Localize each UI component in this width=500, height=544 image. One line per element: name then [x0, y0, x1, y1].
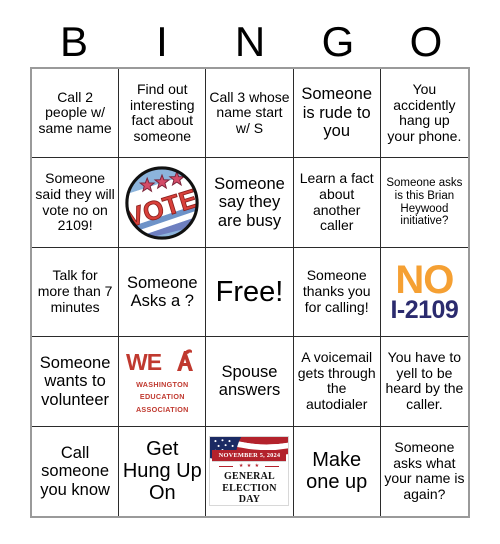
bingo-cell-n5[interactable]: NOVEMBER 5, 2024 ★ ★ ★ GENERAL ELECTION DAY [206, 426, 294, 516]
bingo-cell-i4[interactable]: WE WASHINGTON EDUCATION ASSOCIATION [119, 337, 207, 427]
bingo-cell-text: Someone thanks you for calling! [302, 267, 371, 315]
bingo-header: B I N G O [30, 18, 470, 66]
bingo-cell-text: Get Hung Up On [122, 437, 202, 505]
bingo-cell-g3[interactable]: Someone thanks you for calling! [293, 247, 381, 338]
bingo-cell-o1[interactable]: You accidently hang up your phone. [380, 69, 468, 159]
bingo-cell-o5[interactable]: Someone asks what your name is again? [380, 426, 468, 516]
bingo-cell-text: Find out interesting fact about someone [129, 80, 195, 144]
no-i-2109-logo: NO I-2109 [384, 260, 465, 323]
bingo-cell-b5[interactable]: Call someone you know [32, 426, 120, 516]
election-title: GENERAL ELECTION DAY [222, 471, 277, 506]
bingo-cell-g1[interactable]: Someone is rude to you [293, 69, 381, 159]
bingo-cell-b4[interactable]: Someone wants to volunteer [32, 337, 120, 427]
bingo-cell-i3[interactable]: Someone Asks a ? [119, 247, 207, 338]
wea-wordmark: WE [122, 348, 202, 378]
bingo-cell-g4[interactable]: A voicemail gets through the autodialer [293, 337, 381, 427]
bingo-cell-text: Someone wants to volunteer [39, 353, 111, 409]
bingo-cell-o4[interactable]: You have to yell to be heard by the call… [380, 337, 468, 427]
bingo-cell-text: Call someone you know [40, 443, 110, 499]
bingo-cell-text: Spouse answers [218, 362, 281, 400]
bingo-cell-n4[interactable]: Spouse answers [206, 337, 294, 427]
bingo-cell-b1[interactable]: Call 2 people w/ same name [32, 69, 120, 159]
general-election-day-graphic: NOVEMBER 5, 2024 ★ ★ ★ GENERAL ELECTION DAY [209, 436, 290, 507]
bingo-letter-i: I [156, 18, 168, 65]
bingo-cell-text: Free! [215, 275, 284, 308]
bingo-cell-text: Make one up [306, 448, 368, 494]
wea-sub-line: WASHINGTON [136, 379, 189, 389]
bingo-cell-n2[interactable]: Someone say they are busy [206, 158, 294, 248]
bingo-cell-text: Learn a fact about another caller [299, 170, 374, 234]
bingo-cell-text: Someone say they are busy [214, 174, 285, 230]
bingo-cell-text: Talk for more than 7 minutes [37, 267, 113, 315]
bingo-cell-text: Call 3 whose name start w/ S [209, 88, 290, 137]
bingo-letter-g: G [321, 18, 355, 65]
bingo-cell-g5[interactable]: Make one up [293, 426, 381, 516]
vote-button-icon: VOTE [123, 164, 201, 242]
bingo-letter-b: B [59, 18, 88, 65]
svg-text:WE: WE [126, 349, 162, 375]
no-logo-initiative: I-2109 [390, 296, 459, 325]
bingo-cell-i2[interactable]: VOTE [119, 158, 207, 248]
bingo-cell-text: Someone is rude to you [301, 85, 373, 141]
election-date-text: NOVEMBER 5, 2024 [218, 452, 281, 460]
bingo-cell-text: A voicemail gets through the autodialer [297, 349, 376, 413]
bingo-cell-b3[interactable]: Talk for more than 7 minutes [32, 247, 120, 338]
bingo-cell-n3[interactable]: Free! [206, 247, 294, 338]
no-logo-word: NO [395, 258, 454, 303]
bingo-cell-o3[interactable]: NO I-2109 [380, 247, 468, 338]
wea-sub-line: EDUCATION [139, 392, 185, 402]
bingo-cell-text: You accidently hang up your phone. [387, 80, 462, 144]
bingo-cell-text: Someone asks is this Brian Heywood initi… [386, 176, 463, 228]
bingo-cell-text: You have to yell to be heard by the call… [385, 349, 464, 413]
wea-logo: WE WASHINGTON EDUCATION ASSOCIATION [122, 348, 202, 415]
bingo-cell-text: Someone asks what your name is again? [384, 438, 465, 502]
bingo-card: B I N G O Call 2 people w/ same name Find… [0, 0, 500, 544]
wea-sub-line: ASSOCIATION [135, 404, 189, 414]
bingo-cell-text: Call 2 people w/ same name [38, 88, 112, 137]
election-date-ribbon: NOVEMBER 5, 2024 [212, 450, 287, 462]
bingo-cell-n1[interactable]: Call 3 whose name start w/ S [206, 69, 294, 159]
bingo-cell-o2[interactable]: Someone asks is this Brian Heywood initi… [380, 158, 468, 248]
bingo-letter-n: N [234, 18, 266, 65]
bingo-grid: Call 2 people w/ same name Find out inter… [30, 67, 470, 518]
bingo-cell-g2[interactable]: Learn a fact about another caller [293, 158, 381, 248]
election-stars: ★ ★ ★ [238, 463, 261, 470]
bingo-cell-i1[interactable]: Find out interesting fact about someone [119, 69, 207, 159]
bingo-cell-text: Someone said they will vote no on 2109! [35, 170, 115, 234]
bingo-cell-i5[interactable]: Get Hung Up On [119, 426, 207, 516]
bingo-cell-b2[interactable]: Someone said they will vote no on 2109! [32, 158, 120, 248]
bingo-letter-o: O [409, 18, 443, 65]
bingo-cell-text: Someone Asks a ? [126, 273, 198, 310]
